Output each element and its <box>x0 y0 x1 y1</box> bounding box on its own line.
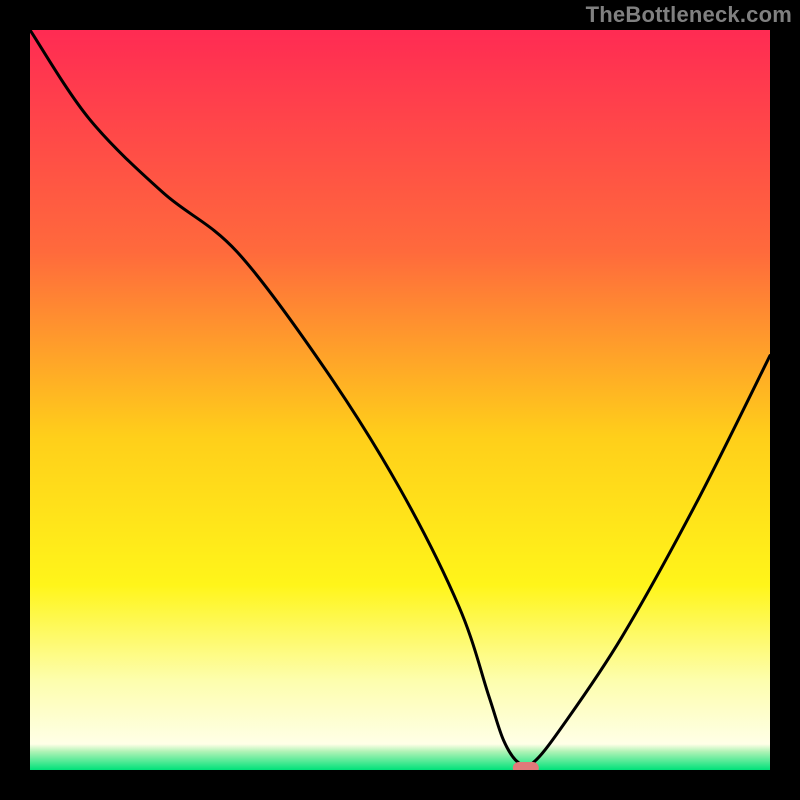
bottleneck-marker <box>513 762 539 770</box>
chart-plot-area <box>30 30 770 770</box>
watermark-text: TheBottleneck.com <box>586 2 792 28</box>
chart-svg <box>30 30 770 770</box>
chart-stage: TheBottleneck.com <box>0 0 800 800</box>
chart-background <box>30 30 770 770</box>
